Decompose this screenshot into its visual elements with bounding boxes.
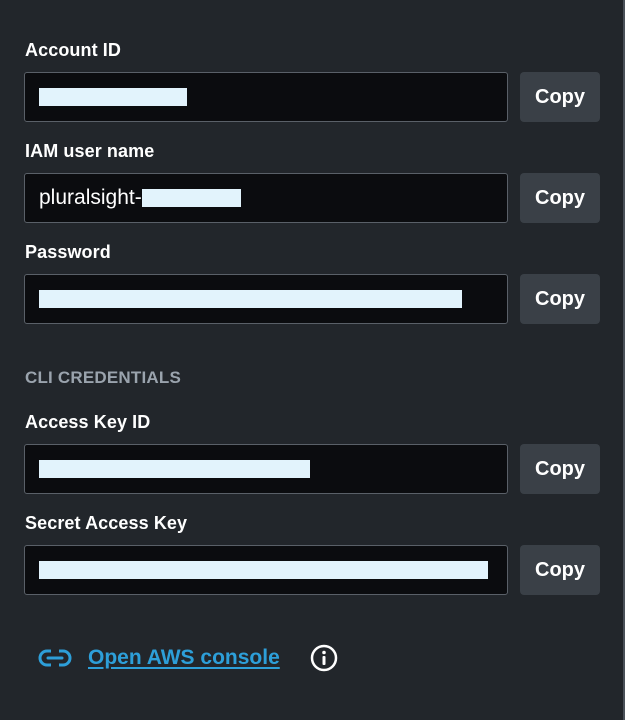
- password-field[interactable]: [24, 274, 508, 324]
- console-footer: Open AWS console: [38, 640, 338, 676]
- account-id-redaction: [39, 88, 187, 106]
- account-id-field[interactable]: [24, 72, 508, 122]
- link-icon[interactable]: [38, 648, 72, 668]
- access-key-id-field[interactable]: [24, 444, 508, 494]
- copy-account-id-button[interactable]: Copy: [520, 72, 600, 122]
- account-id-label: Account ID: [25, 40, 122, 60]
- copy-access-key-id-button[interactable]: Copy: [520, 444, 600, 494]
- copy-password-button[interactable]: Copy: [520, 274, 600, 324]
- iam-user-name-redaction: [141, 189, 241, 207]
- password-label: Password: [25, 242, 111, 262]
- iam-user-name-field[interactable]: pluralsight-: [24, 173, 508, 223]
- password-redaction: [39, 290, 462, 308]
- access-key-id-label: Access Key ID: [25, 412, 151, 432]
- info-icon[interactable]: [310, 644, 338, 672]
- cli-credentials-heading: CLI CREDENTIALS: [25, 368, 181, 387]
- copy-secret-access-key-button[interactable]: Copy: [520, 545, 600, 595]
- secret-access-key-label: Secret Access Key: [25, 513, 188, 533]
- secret-access-key-field[interactable]: [24, 545, 508, 595]
- access-key-id-redaction: [39, 460, 310, 478]
- iam-user-name-label: IAM user name: [25, 141, 155, 161]
- open-aws-console-link[interactable]: Open AWS console: [88, 646, 280, 670]
- secret-access-key-redaction: [39, 561, 488, 579]
- iam-user-name-value: pluralsight-: [39, 186, 142, 209]
- copy-iam-user-name-button[interactable]: Copy: [520, 173, 600, 223]
